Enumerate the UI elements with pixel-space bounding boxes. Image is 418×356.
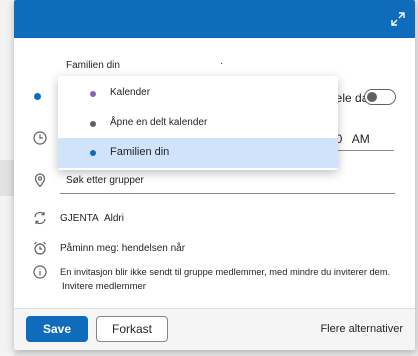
dropdown-item-label: Kalender xyxy=(110,87,151,98)
dropdown-item-open-shared[interactable]: Åpne en delt kalender xyxy=(58,109,338,139)
dropdown-item-label: Åpne en delt kalender xyxy=(110,117,208,128)
location-underline xyxy=(60,193,395,194)
background-stripe xyxy=(0,160,14,196)
event-dialog: Familien din · Hele dagen 8:30 AM Søk et… xyxy=(14,0,415,350)
reminder-setting[interactable]: Påminn meg: hendelsen når xyxy=(60,243,185,254)
clock-icon xyxy=(32,130,48,146)
family-color-dot xyxy=(90,150,96,156)
dialog-titlebar xyxy=(14,0,415,38)
alarm-icon xyxy=(32,240,48,256)
invite-members-link[interactable]: Invitere medlemmer xyxy=(62,281,146,292)
info-text: En invitasjon blir ikke sendt til gruppe… xyxy=(60,267,391,277)
repeat-value: Aldri xyxy=(103,213,124,224)
location-icon xyxy=(32,172,48,188)
location-input[interactable]: Søk etter grupper xyxy=(66,175,144,186)
calendar-picker[interactable]: Familien din xyxy=(66,60,120,71)
calendar-color-dot xyxy=(34,93,41,100)
more-options-link[interactable]: Flere alternativer xyxy=(320,323,403,335)
save-button[interactable]: Save xyxy=(26,316,88,342)
calendar-dropdown: Kalender Åpne en delt kalender Familien … xyxy=(58,76,338,170)
dropdown-item-label: Familien din xyxy=(110,146,170,158)
dropdown-item-calendar[interactable]: Kalender xyxy=(58,79,338,109)
repeat-setting[interactable]: GJENTA Aldri xyxy=(60,213,124,224)
discard-button[interactable]: Forkast xyxy=(96,316,168,342)
calendar-color-dot xyxy=(90,91,96,97)
background-panel xyxy=(0,0,14,356)
repeat-label: GJENTA xyxy=(60,213,99,224)
dropdown-item-familien[interactable]: Familien din xyxy=(58,138,338,168)
toggle-knob xyxy=(367,92,377,102)
time-ampm: AM xyxy=(351,132,370,146)
shared-color-dot xyxy=(90,121,96,127)
expand-icon[interactable] xyxy=(389,10,407,28)
info-icon xyxy=(32,264,48,280)
dialog-footer: Save Forkast Flere alternativer xyxy=(14,308,415,350)
repeat-icon xyxy=(32,210,48,226)
picker-marker: · xyxy=(220,58,224,69)
all-day-toggle[interactable] xyxy=(364,89,396,105)
